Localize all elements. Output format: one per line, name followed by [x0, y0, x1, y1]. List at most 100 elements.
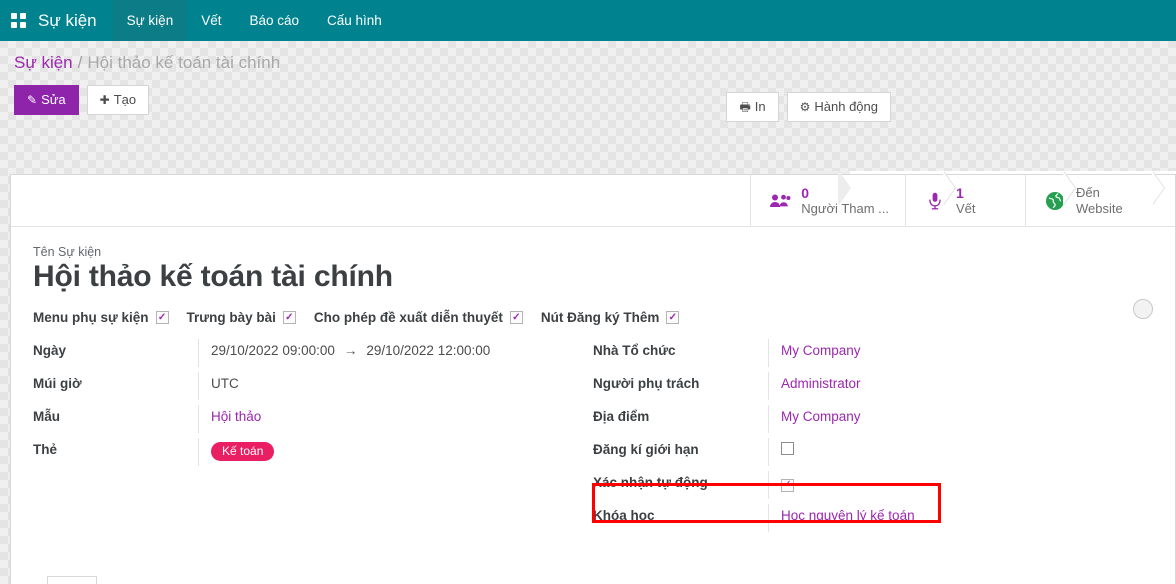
option-nut-dang-ky-them[interactable]: Nút Đăng ký Thêm ✓ [541, 310, 680, 325]
stat-button-attendees[interactable]: 0 Người Tham ... [750, 175, 905, 226]
field-ngay-arrow: → [344, 343, 358, 358]
avatar [1133, 299, 1153, 319]
stat-website-text: Đến Website [1076, 185, 1123, 217]
field-xac-nhan-tu-dong-checkbox[interactable]: ✓ [781, 479, 794, 492]
field-ngay-end: 29/10/2022 12:00:00 [366, 343, 490, 358]
field-dia-diem-link[interactable]: My Company [781, 409, 861, 424]
navbar-brand[interactable]: Sự kiện [36, 0, 113, 41]
field-xac-nhan-tu-dong: Xác nhận tự động ✓ [593, 471, 1153, 504]
stat-button-box: 0 Người Tham ... 1 Vết [11, 175, 1175, 227]
field-the: Thẻ Kế toán [33, 438, 553, 471]
field-dia-diem-label: Địa điểm [593, 405, 768, 424]
gear-icon: ⚙ [800, 100, 811, 114]
option-trung-bay-bai-label: Trưng bày bài [187, 310, 276, 325]
field-dang-ki-gioi-han-label: Đăng kí giới hạn [593, 438, 768, 457]
option-menu-phu-su-kien-checkbox[interactable]: ✓ [156, 311, 169, 324]
secondary-button-row: 🖶 In ⚙Hành động [726, 92, 891, 122]
apps-grid-icon [11, 13, 26, 28]
stat-tracks-value: 1 [956, 186, 976, 201]
field-dang-ki-gioi-han-checkbox[interactable]: ✓ [781, 442, 794, 455]
edit-button[interactable]: ✎ Sửa [14, 85, 79, 115]
stat-website-line1: Đến [1076, 185, 1123, 201]
nav-item-bao-cao[interactable]: Báo cáo [235, 0, 313, 41]
form-column-left: Ngày 29/10/2022 09:00:00 → 29/10/2022 12:0… [33, 339, 593, 537]
option-cho-phep-de-xuat-dien-thuyet-checkbox[interactable]: ✓ [510, 311, 523, 324]
form-grid: Ngày 29/10/2022 09:00:00 → 29/10/2022 12:0… [33, 339, 1153, 537]
field-ngay-start: 29/10/2022 09:00:00 [211, 343, 335, 358]
field-dia-diem: Địa điểm My Company [593, 405, 1153, 438]
option-nut-dang-ky-them-checkbox[interactable]: ✓ [666, 311, 679, 324]
field-nha-to-chuc-value: My Company [768, 339, 1153, 367]
field-dia-diem-value: My Company [768, 405, 1153, 433]
apps-menu-button[interactable] [0, 0, 36, 41]
plus-icon: ✚ [100, 93, 110, 107]
stat-tracks-label: Vết [956, 201, 976, 216]
option-menu-phu-su-kien-label: Menu phụ sự kiện [33, 310, 149, 325]
option-cho-phep-de-xuat-dien-thuyet-label: Cho phép đề xuất diễn thuyết [314, 310, 503, 325]
print-button-label: In [755, 99, 766, 114]
breadcrumb-current: Hội thảo kế toán tài chính [87, 53, 280, 72]
field-khoa-hoc-label: Khóa học [593, 504, 768, 523]
field-nguoi-phu-trach: Người phụ trách Administrator [593, 372, 1153, 405]
tag-badge-ke-toan[interactable]: Kế toán [211, 442, 274, 461]
field-the-value: Kế toán [198, 438, 553, 466]
option-cho-phep-de-xuat-dien-thuyet[interactable]: Cho phép đề xuất diễn thuyết ✓ [314, 310, 523, 325]
field-dang-ki-gioi-han: Đăng kí giới hạn ✓ [593, 438, 1153, 471]
field-khoa-hoc: Khóa học Học nguyên lý kế toán [593, 504, 1153, 537]
field-ngay: Ngày 29/10/2022 09:00:00 → 29/10/2022 12:0… [33, 339, 553, 372]
field-dang-ki-gioi-han-value: ✓ [768, 438, 1153, 466]
create-button[interactable]: ✚ Tạo [87, 85, 149, 115]
action-button-row: ✎ Sửa ✚ Tạo [14, 85, 1162, 115]
field-nha-to-chuc: Nhà Tổ chức My Company [593, 339, 1153, 372]
field-mui-gio: Múi giờ UTC [33, 372, 553, 405]
print-button[interactable]: 🖶 In [726, 92, 778, 122]
field-nguoi-phu-trach-value: Administrator [768, 372, 1153, 400]
field-ngay-value[interactable]: 29/10/2022 09:00:00 → 29/10/2022 12:00:00 [198, 339, 553, 367]
edit-button-label: Sửa [41, 92, 66, 107]
option-checkbox-row: Menu phụ sự kiện ✓ Trưng bày bài ✓ Cho p… [33, 310, 1153, 325]
field-mau-value: Hội thảo [198, 405, 553, 433]
pencil-icon: ✎ [27, 93, 37, 107]
field-xac-nhan-tu-dong-label: Xác nhận tự động [593, 471, 768, 490]
event-name-label: Tên Sự kiện [33, 245, 1153, 259]
record-sheet: 0 Người Tham ... 1 Vết [10, 174, 1176, 584]
field-nha-to-chuc-link[interactable]: My Company [781, 343, 861, 358]
field-mui-gio-value[interactable]: UTC [198, 372, 553, 400]
nav-item-cau-hinh[interactable]: Cấu hình [313, 0, 396, 41]
field-mau: Mẫu Hội thảo [33, 405, 553, 438]
stat-website-line2: Website [1076, 201, 1123, 216]
option-menu-phu-su-kien[interactable]: Menu phụ sự kiện ✓ [33, 310, 169, 325]
control-panel: Sự kiện /Hội thảo kế toán tài chính ✎ Sửa … [0, 41, 1176, 166]
field-the-label: Thẻ [33, 438, 198, 457]
stat-button-tracks[interactable]: 1 Vết [905, 175, 1025, 226]
nav-item-su-kien[interactable]: Sự kiện [113, 0, 188, 41]
stat-tracks-text: 1 Vết [956, 186, 976, 216]
breadcrumb-separator: / [78, 53, 83, 72]
field-khoa-hoc-link[interactable]: Học nguyên lý kế toán [781, 508, 915, 523]
option-trung-bay-bai-checkbox[interactable]: ✓ [283, 311, 296, 324]
field-xac-nhan-tu-dong-value: ✓ [768, 471, 1153, 499]
action-button[interactable]: ⚙Hành động [787, 92, 891, 122]
top-navbar: Sự kiện Sự kiện Vết Báo cáo Cấu hình [0, 0, 1176, 41]
people-icon [767, 193, 793, 209]
create-button-label: Tạo [114, 92, 136, 107]
printer-icon: 🖶 [739, 100, 750, 114]
field-ngay-label: Ngày [33, 339, 198, 358]
field-nguoi-phu-trach-link[interactable]: Administrator [781, 376, 861, 391]
breadcrumb: Sự kiện /Hội thảo kế toán tài chính [14, 53, 1162, 73]
field-nguoi-phu-trach-label: Người phụ trách [593, 372, 768, 391]
sheet-body: Tên Sự kiện Hội thảo kế toán tài chính M… [11, 227, 1175, 537]
field-mau-label: Mẫu [33, 405, 198, 424]
page-title: Hội thảo kế toán tài chính [33, 260, 1153, 294]
field-mau-link[interactable]: Hội thảo [211, 409, 261, 424]
field-nha-to-chuc-label: Nhà Tổ chức [593, 339, 768, 358]
option-trung-bay-bai[interactable]: Trưng bày bài ✓ [187, 310, 296, 325]
option-nut-dang-ky-them-label: Nút Đăng ký Thêm [541, 310, 660, 325]
action-button-label: Hành động [814, 99, 878, 114]
breadcrumb-root[interactable]: Sự kiện [14, 53, 73, 72]
notebook-tab-partial[interactable] [47, 576, 97, 584]
field-khoa-hoc-value: Học nguyên lý kế toán [768, 504, 1153, 532]
field-mui-gio-label: Múi giờ [33, 372, 198, 391]
nav-item-vet[interactable]: Vết [187, 0, 235, 41]
form-column-right: Nhà Tổ chức My Company Người phụ trách A… [593, 339, 1153, 537]
